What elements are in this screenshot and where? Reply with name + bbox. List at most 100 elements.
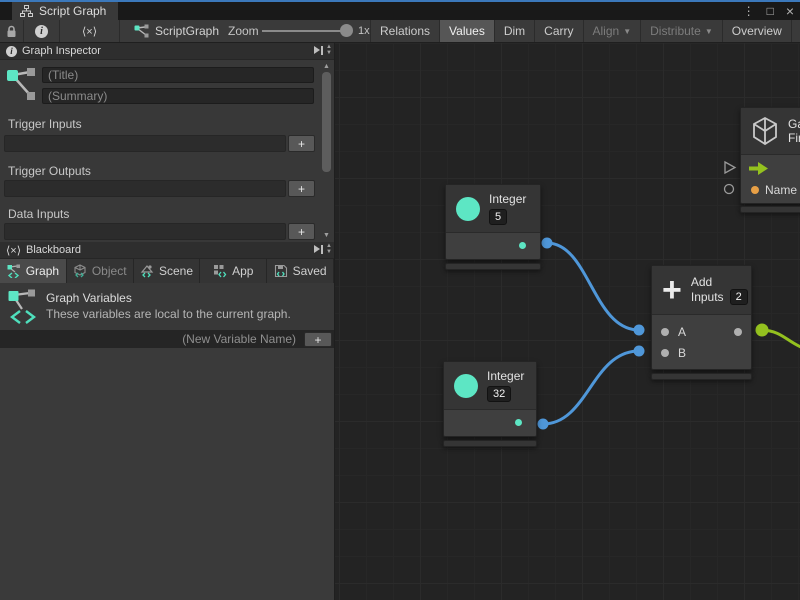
scroll-down-icon[interactable]: ▼: [320, 231, 333, 240]
distribute-dropdown[interactable]: Distribute ▼: [640, 20, 722, 42]
inspector-scrollbar[interactable]: ▲ ▼: [320, 60, 333, 242]
fullscreen-button[interactable]: Full Screen: [791, 20, 800, 42]
edge-endpoint-dot[interactable]: [634, 325, 645, 336]
trigger-outputs-label: Trigger Outputs: [8, 164, 91, 178]
trigger-outputs-empty-list: [4, 180, 286, 197]
trigger-inputs-label: Trigger Inputs: [8, 117, 82, 131]
new-variable-input[interactable]: [0, 331, 300, 347]
node-integer-32[interactable]: Integer 32: [443, 361, 537, 437]
graph-toolbar: i ⟨×⟩ ScriptGraph Zoom 1x Relations Valu…: [0, 20, 800, 43]
window-controls: ⋮ □ ×: [743, 2, 794, 20]
carry-button[interactable]: Carry: [534, 20, 582, 42]
dim-button[interactable]: Dim: [494, 20, 534, 42]
tab-graph-variables[interactable]: Graph: [0, 259, 67, 283]
graph-variables-section-icon: [8, 289, 38, 325]
add-trigger-input-button[interactable]: +: [288, 135, 315, 152]
dock-panel-icon[interactable]: [314, 245, 323, 254]
dock-panel-icon[interactable]: [314, 46, 323, 55]
scrollbar-thumb[interactable]: [322, 72, 331, 172]
add-data-input-button[interactable]: +: [288, 223, 315, 240]
graph-inspector-icon: [6, 66, 38, 104]
node-title: Integer: [487, 369, 524, 383]
add-icon: +: [662, 275, 682, 305]
tab-saved-variables[interactable]: Saved: [267, 259, 334, 283]
node-header: Integer 32: [444, 362, 536, 410]
connection-integer5-to-add-a[interactable]: [547, 243, 639, 330]
add-variable-button[interactable]: +: [304, 332, 332, 347]
edge-endpoint-dot[interactable]: [538, 419, 549, 430]
node-add[interactable]: + Add Inputs 2 A B: [651, 265, 752, 370]
window-menu-icon[interactable]: ⋮: [743, 2, 755, 20]
window-maximize-icon[interactable]: □: [767, 2, 774, 20]
window-tabstrip: Script Graph ⋮ □ ×: [0, 2, 800, 20]
tab-object-variables[interactable]: Object: [67, 259, 134, 283]
graph-inspector-title: Graph Inspector: [22, 45, 101, 57]
script-graph-icon: [134, 24, 149, 38]
align-dropdown[interactable]: Align ▼: [583, 20, 641, 42]
integer-value-field[interactable]: 32: [487, 386, 511, 402]
blackboard-tabs: Graph Object Scene: [0, 259, 334, 283]
inputs-count-field[interactable]: 2: [730, 289, 748, 305]
variables-brackets-icon: ⟨×⟩: [6, 244, 21, 257]
integer-value-field[interactable]: 5: [489, 209, 507, 225]
unconnected-data-port-icon[interactable]: [725, 185, 734, 194]
name-input-port[interactable]: [751, 186, 759, 194]
scroll-mini-arrows[interactable]: ▲▼: [326, 243, 332, 255]
blackboard-title: Blackboard: [26, 244, 81, 256]
data-inputs-empty-list: [4, 223, 286, 240]
graph-breadcrumb[interactable]: ScriptGraph: [134, 20, 219, 42]
graph-title-input[interactable]: [42, 67, 314, 83]
blackboard-toggle-button[interactable]: ⟨×⟩: [60, 20, 120, 42]
lock-button[interactable]: [0, 20, 24, 42]
trigger-inputs-empty-list: [4, 135, 286, 152]
zoom-slider-track[interactable]: [262, 30, 348, 32]
input-port-b[interactable]: [661, 349, 669, 357]
edge-endpoint-dot[interactable]: [542, 238, 553, 249]
tab-scene-variables[interactable]: Scene: [134, 259, 201, 283]
inspector-toggle-button[interactable]: i: [24, 20, 60, 42]
node-footer: [651, 373, 752, 380]
connection-integer32-to-add-b[interactable]: [543, 351, 639, 424]
blackboard-empty-area: [0, 348, 334, 600]
values-button[interactable]: Values: [439, 20, 494, 42]
node-header: + Add Inputs 2: [652, 266, 751, 315]
blackboard-header: ⟨×⟩ Blackboard ▲▼: [0, 242, 334, 259]
graph-canvas[interactable]: Integer 5 Integer 32: [335, 43, 800, 600]
output-port-sum[interactable]: [734, 328, 742, 336]
unconnected-flow-port-icon[interactable]: [725, 162, 735, 173]
data-inputs-label: Data Inputs: [8, 207, 69, 221]
edge-endpoint-dot[interactable]: [756, 324, 769, 337]
port-a-label: A: [678, 325, 686, 339]
object-variables-icon: [73, 264, 87, 278]
saved-variables-icon: [274, 264, 288, 278]
gameobject-cube-icon: [751, 116, 779, 146]
script-graph-window: Script Graph ⋮ □ × i ⟨×⟩: [0, 0, 800, 600]
overview-button[interactable]: Overview: [722, 20, 791, 42]
node-body: A B: [652, 315, 751, 369]
zoom-slider-handle[interactable]: [340, 24, 353, 37]
sidebar: i Graph Inspector ▲▼ Trigger Inputs + Tr…: [0, 43, 335, 600]
port-row-b: B: [652, 342, 751, 363]
node-gameobject-find[interactable]: GameObject Find Name: [740, 107, 800, 204]
scroll-up-icon[interactable]: ▲: [320, 62, 333, 71]
integer-output-port[interactable]: [515, 419, 522, 426]
tab-app-variables[interactable]: App: [200, 259, 267, 283]
input-port-a[interactable]: [661, 328, 669, 336]
relations-button[interactable]: Relations: [370, 20, 439, 42]
graph-variables-title: Graph Variables: [46, 291, 132, 305]
node-integer-5[interactable]: Integer 5: [445, 184, 541, 260]
add-trigger-output-button[interactable]: +: [288, 180, 315, 197]
node-title: Integer: [489, 192, 526, 206]
scroll-mini-arrows[interactable]: ▲▼: [326, 44, 332, 56]
window-close-icon[interactable]: ×: [786, 2, 794, 20]
node-body: Name: [741, 155, 800, 203]
info-icon: i: [35, 25, 48, 38]
edge-endpoint-dot[interactable]: [634, 346, 645, 357]
tab-script-graph[interactable]: Script Graph: [12, 2, 118, 20]
graph-summary-input[interactable]: [42, 88, 314, 104]
integer-output-port[interactable]: [519, 242, 526, 249]
port-b-label: B: [678, 346, 686, 360]
node-footer: [443, 440, 537, 447]
flow-arrow-icon[interactable]: [749, 162, 768, 175]
graph-inspector-header: i Graph Inspector ▲▼: [0, 43, 334, 60]
